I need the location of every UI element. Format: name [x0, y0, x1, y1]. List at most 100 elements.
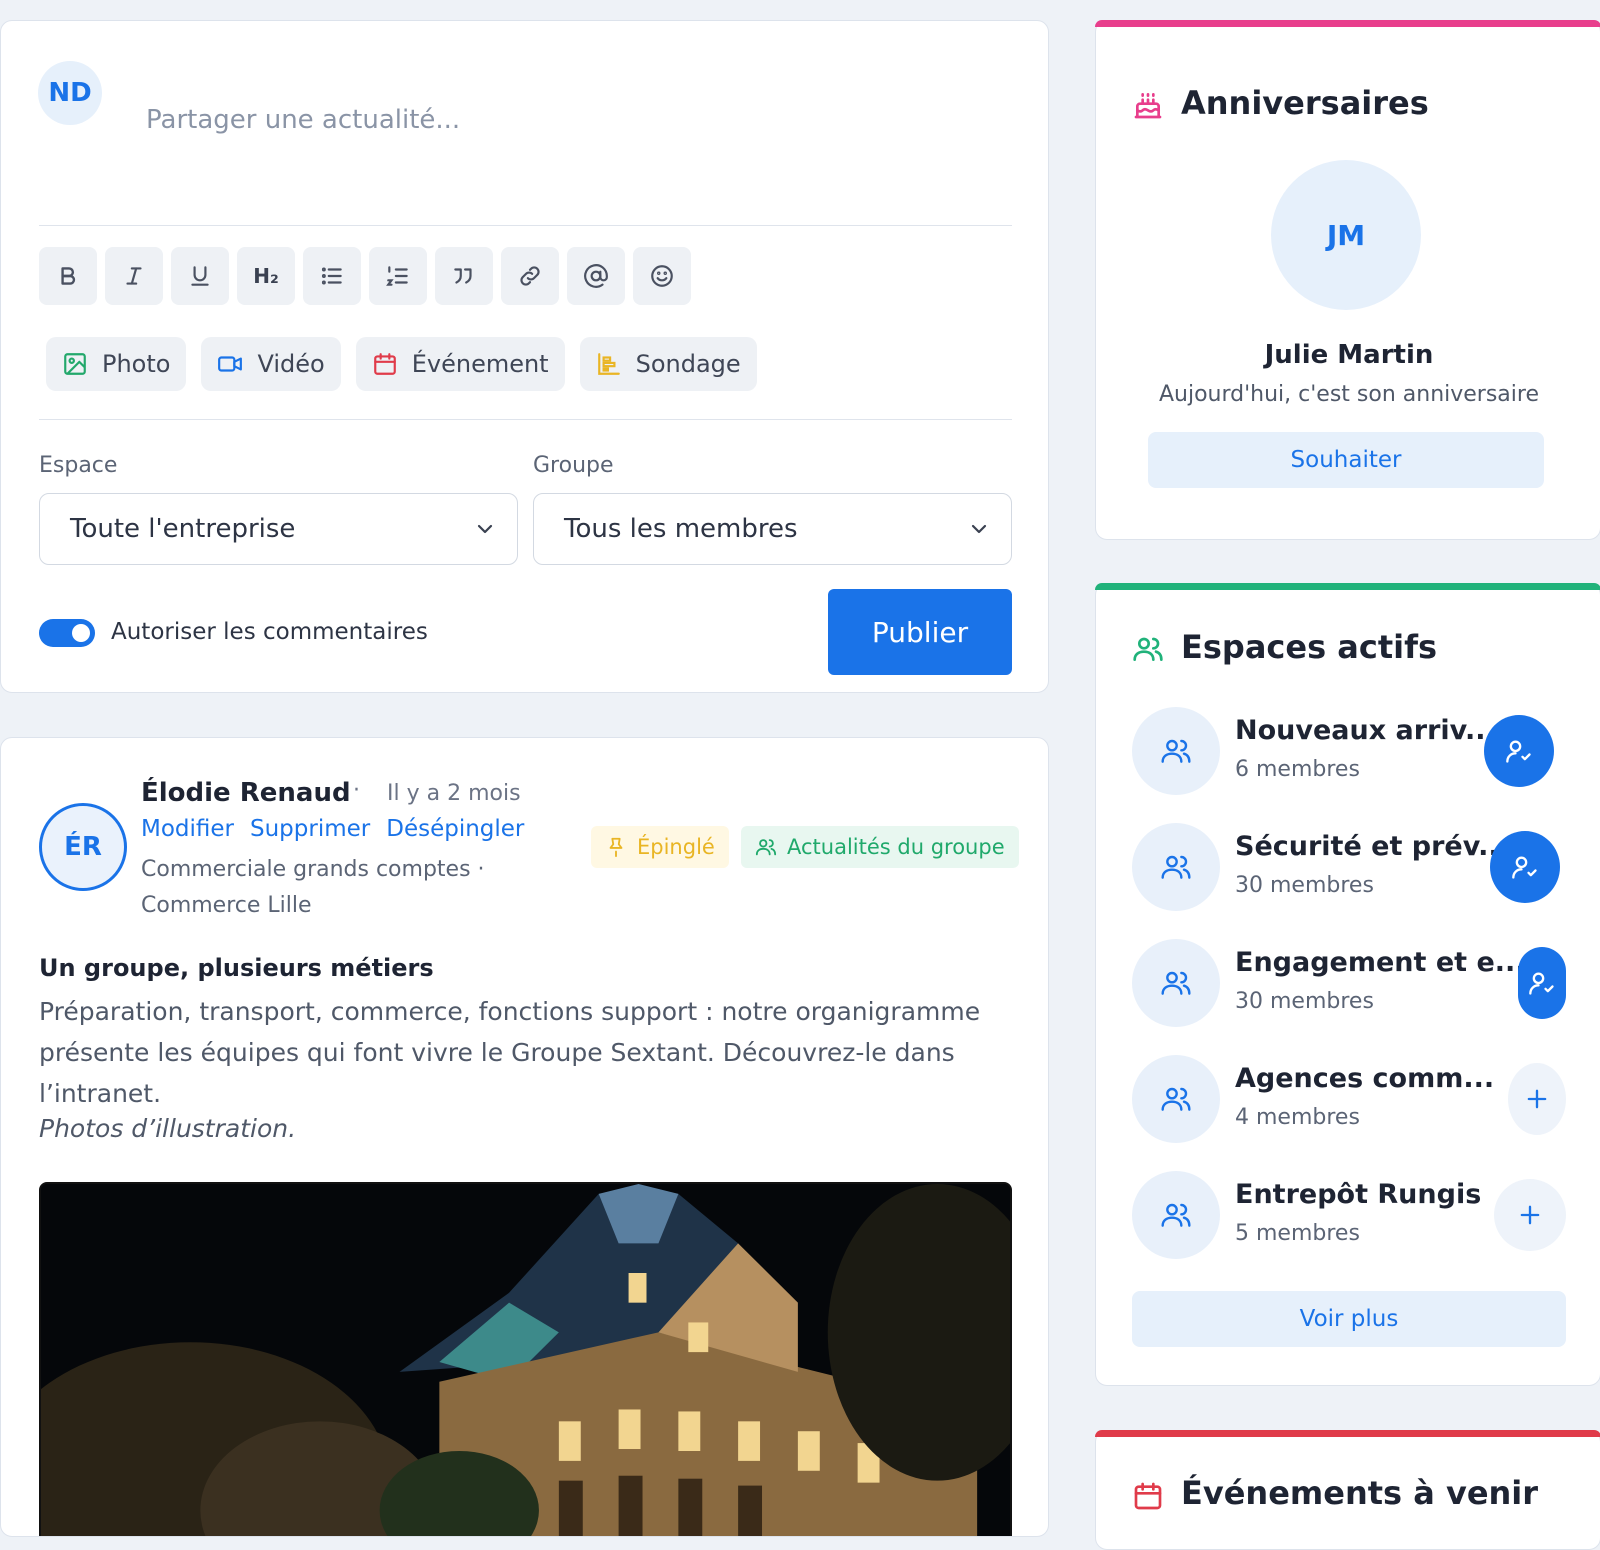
space-avatar: [1132, 707, 1220, 795]
wish-button[interactable]: Souhaiter: [1148, 432, 1544, 488]
video-button[interactable]: Vidéo: [201, 337, 341, 391]
poll-button[interactable]: Sondage: [579, 337, 757, 391]
image-icon: [64, 353, 86, 375]
at-sign-icon: [584, 264, 608, 288]
bold-button[interactable]: [39, 247, 97, 305]
birthdays-title: Anniversaires: [1181, 84, 1429, 122]
event-button[interactable]: Événement: [355, 337, 565, 391]
card-accent: [1095, 1430, 1600, 1437]
author-role: Commerciale grands comptes · Commerce Li…: [141, 857, 485, 918]
author-avatar[interactable]: ÉR: [39, 803, 127, 891]
cake-icon: [1134, 93, 1162, 119]
space-item[interactable]: Engagement et e... 30 membres: [1132, 939, 1566, 1029]
italic-button[interactable]: [105, 247, 163, 305]
active-spaces-card: Espaces actifs Nouveaux arriv... 6 membr…: [1095, 583, 1600, 1386]
post-time: Il y a 2 mois: [387, 781, 521, 806]
calendar-icon: [373, 353, 396, 375]
plus-icon: [1520, 1205, 1540, 1225]
users-icon: [755, 839, 777, 856]
space-item[interactable]: Sécurité et prév... 30 membres: [1132, 823, 1566, 913]
pinned-label: Épinglé: [637, 835, 715, 859]
bold-icon: [61, 267, 76, 285]
plus-icon: [1527, 1089, 1547, 1109]
bullet-list-icon: [321, 267, 342, 285]
city-hall-night-photo: [41, 1184, 1010, 1536]
users-icon: [1161, 1203, 1191, 1227]
user-avatar: ND: [38, 61, 102, 125]
poll-label: Sondage: [635, 350, 741, 378]
format-toolbar: H₂: [39, 247, 691, 305]
birthdays-card: Anniversaires JM Julie Martin Aujourd'hu…: [1095, 20, 1600, 540]
space-item[interactable]: Nouveaux arriv... 6 membres: [1132, 707, 1566, 797]
quote-icon: [454, 268, 472, 284]
bullet-list-button[interactable]: [303, 247, 361, 305]
unpin-link[interactable]: Désépingler: [386, 816, 524, 842]
edit-link[interactable]: Modifier: [141, 816, 234, 842]
space-select[interactable]: Toute l'entreprise: [39, 493, 518, 565]
attachment-bar: Photo Vidéo Événement Sondage: [46, 337, 757, 391]
post-author[interactable]: Élodie Renaud: [141, 778, 351, 808]
join-button[interactable]: [1494, 1179, 1566, 1251]
space-member-count: 30 membres: [1235, 873, 1374, 898]
photo-label: Photo: [102, 350, 171, 378]
underline-button[interactable]: [171, 247, 229, 305]
feed-post: ÉR Élodie Renaud · Il y a 2 mois Modifie…: [0, 737, 1049, 1537]
joined-button[interactable]: [1484, 715, 1554, 787]
link-button[interactable]: [501, 247, 559, 305]
group-select[interactable]: Tous les membres: [533, 493, 1012, 565]
post-actions: Modifier Supprimer Désépingler: [141, 816, 524, 842]
pinned-badge: Épinglé: [591, 826, 729, 868]
post-title: Un groupe, plusieurs métiers: [39, 954, 434, 982]
joined-button[interactable]: [1518, 947, 1566, 1019]
heading-button[interactable]: H₂: [237, 247, 295, 305]
space-member-count: 4 membres: [1235, 1105, 1360, 1130]
share-input[interactable]: [146, 105, 1006, 135]
group-select-value: Tous les membres: [564, 514, 798, 544]
space-name: Engagement et e...: [1235, 947, 1526, 978]
space-item[interactable]: Entrepôt Rungis 5 membres: [1132, 1171, 1566, 1261]
event-label: Événement: [411, 350, 549, 378]
space-item[interactable]: Agences comm... 4 membres: [1132, 1055, 1566, 1145]
card-accent: [1095, 583, 1600, 590]
emoji-button[interactable]: [633, 247, 691, 305]
link-icon: [520, 266, 540, 286]
post-note: Photos d’illustration.: [39, 1114, 297, 1143]
events-title: Événements à venir: [1181, 1474, 1539, 1512]
quote-button[interactable]: [435, 247, 493, 305]
delete-link[interactable]: Supprimer: [250, 816, 370, 842]
user-check-icon: [1512, 856, 1537, 879]
post-composer: ND H₂: [0, 20, 1049, 693]
allow-comments-toggle[interactable]: [39, 619, 95, 647]
spaces-title: Espaces actifs: [1181, 628, 1438, 666]
post-photo[interactable]: [39, 1182, 1012, 1536]
space-select-value: Toute l'entreprise: [70, 514, 296, 544]
post-separator: ·: [353, 778, 360, 803]
group-news-label: Actualités du groupe: [787, 835, 1005, 859]
upcoming-events-card: Événements à venir: [1095, 1430, 1600, 1550]
space-avatar: [1132, 939, 1220, 1027]
calendar-icon: [1134, 1482, 1162, 1510]
photo-button[interactable]: Photo: [46, 337, 187, 391]
space-avatar: [1132, 1171, 1220, 1259]
birthday-avatar[interactable]: JM: [1271, 160, 1421, 310]
see-more-button[interactable]: Voir plus: [1132, 1291, 1566, 1347]
joined-button[interactable]: [1490, 831, 1560, 903]
users-icon: [1161, 739, 1191, 763]
mention-button[interactable]: [567, 247, 625, 305]
italic-icon: [126, 267, 142, 285]
publish-button[interactable]: Publier: [828, 589, 1012, 675]
users-icon: [1161, 855, 1191, 879]
underline-icon: [191, 266, 209, 286]
space-member-count: 30 membres: [1235, 989, 1374, 1014]
chevron-down-icon: [477, 524, 493, 534]
video-icon: [218, 356, 243, 372]
space-member-count: 5 membres: [1235, 1221, 1360, 1246]
numbered-list-button[interactable]: [369, 247, 427, 305]
smile-icon: [651, 265, 673, 287]
group-news-badge: Actualités du groupe: [741, 826, 1019, 868]
space-name: Agences comm...: [1235, 1063, 1495, 1094]
space-avatar: [1132, 1055, 1220, 1143]
pin-icon: [609, 837, 623, 858]
space-name: Nouveaux arriv...: [1235, 715, 1496, 746]
join-button[interactable]: [1508, 1063, 1566, 1135]
